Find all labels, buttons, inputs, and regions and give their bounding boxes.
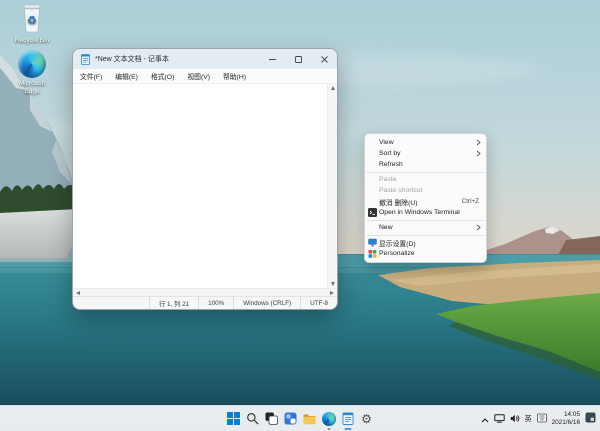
display-settings-icon [368, 238, 377, 247]
tray-chevron-up-icon[interactable] [481, 410, 489, 428]
menu-format[interactable]: 格式(O) [151, 71, 174, 81]
task-view-icon [265, 412, 278, 425]
system-tray: 英 14:05 2021/6/16 [481, 406, 596, 431]
menu-separator [366, 172, 485, 173]
notepad-text-area[interactable] [73, 84, 337, 288]
horizontal-scrollbar[interactable] [73, 288, 337, 296]
context-menu-item-undo-delete[interactable]: 撤消 删除(U) Ctrl+Z [365, 196, 486, 207]
menu-separator [366, 235, 485, 236]
shortcut-label: Ctrl+Z [462, 198, 481, 205]
active-app-indicator [344, 428, 351, 430]
desktop-icon-microsoft-edge[interactable]: Microsoft Edge [5, 50, 59, 95]
scroll-down-icon[interactable] [331, 282, 335, 286]
file-explorer-icon [303, 412, 316, 425]
submenu-chevron-icon [476, 150, 481, 157]
status-encoding: UTF-8 [300, 297, 337, 309]
task-view-button[interactable] [262, 407, 281, 431]
widgets-button[interactable] [281, 407, 300, 431]
desktop[interactable]: ♻ Recycle Bin Microsoft Edge *New 文本文档 -… [0, 0, 600, 431]
scroll-right-icon[interactable] [330, 291, 334, 295]
search-icon [246, 412, 259, 425]
volume-icon[interactable] [510, 410, 520, 428]
notification-icon[interactable] [585, 410, 596, 428]
notepad-titlebar[interactable]: *New 文本文档 - 记事本 [73, 49, 337, 69]
personalize-icon [368, 249, 377, 258]
clock[interactable]: 14:05 2021/6/16 [552, 411, 580, 426]
desktop-icon-recycle-bin[interactable]: ♻ Recycle Bin [5, 3, 59, 45]
scroll-up-icon[interactable] [331, 86, 335, 90]
edge-taskbar-button[interactable] [319, 407, 338, 431]
windows-terminal-icon [368, 208, 377, 217]
desktop-icon-label: Recycle Bin [11, 37, 53, 45]
settings-button[interactable]: ⚙ [357, 407, 376, 431]
search-button[interactable] [243, 407, 262, 431]
network-icon[interactable] [494, 410, 505, 428]
context-menu-item-new[interactable]: New [365, 222, 486, 233]
tray-date: 2021/6/16 [552, 419, 580, 426]
status-line-col: 行 1, 列 21 [149, 297, 198, 309]
desktop-icon-label: Microsoft Edge [11, 80, 53, 95]
maximize-button[interactable] [285, 49, 311, 69]
recycle-bin-icon: ♻ [5, 3, 59, 35]
context-menu-item-paste-shortcut: Paste shortcut [365, 185, 486, 196]
notepad-taskbar-button[interactable] [338, 407, 357, 431]
gear-icon: ⚙ [361, 413, 372, 425]
status-eol: Windows (CRLF) [233, 297, 300, 309]
start-button[interactable] [224, 407, 243, 431]
context-menu-item-sort-by[interactable]: Sort by [365, 148, 486, 159]
start-icon [227, 412, 240, 425]
menu-edit[interactable]: 编辑(E) [115, 71, 138, 81]
context-menu-item-display-settings[interactable]: 显示设置(D) [365, 237, 486, 248]
menu-view[interactable]: 视图(V) [187, 71, 210, 81]
submenu-chevron-icon [476, 139, 481, 146]
notepad-icon [342, 412, 354, 425]
running-indicator [327, 428, 330, 430]
notepad-statusbar: 行 1, 列 21 100% Windows (CRLF) UTF-8 [73, 296, 337, 309]
desktop-context-menu: View Sort by Refresh Paste Paste shortcu… [364, 133, 487, 263]
submenu-chevron-icon [476, 224, 481, 231]
menu-file[interactable]: 文件(F) [80, 71, 102, 81]
widgets-icon [284, 412, 297, 425]
minimize-icon [269, 56, 276, 63]
file-explorer-button[interactable] [300, 407, 319, 431]
menu-separator [366, 220, 485, 221]
touch-keyboard-icon[interactable] [537, 410, 547, 428]
context-menu-item-paste: Paste [365, 174, 486, 185]
minimize-button[interactable] [259, 49, 285, 69]
notepad-menubar: 文件(F) 编辑(E) 格式(O) 视图(V) 帮助(H) [73, 69, 337, 84]
edge-icon [5, 50, 59, 78]
svg-text:♻: ♻ [27, 14, 37, 27]
notepad-window: *New 文本文档 - 记事本 文件(F) 编辑(E) 格式(O) 视图(V) … [72, 48, 338, 310]
context-menu-item-refresh[interactable]: Refresh [365, 159, 486, 170]
context-menu-item-view[interactable]: View [365, 137, 486, 148]
edge-icon [322, 412, 336, 426]
notepad-app-icon [81, 54, 90, 65]
menu-help[interactable]: 帮助(H) [223, 71, 246, 81]
window-title: *New 文本文档 - 记事本 [95, 54, 259, 64]
taskbar-center-icons: ⚙ [224, 406, 376, 431]
taskbar: ⚙ 英 14:05 2021/6/16 [0, 405, 600, 431]
close-icon [321, 56, 328, 63]
context-menu-item-personalize[interactable]: Personalize [365, 248, 486, 259]
scroll-left-icon[interactable] [76, 291, 80, 295]
context-menu-item-open-in-windows-terminal[interactable]: Open in Windows Terminal [365, 207, 486, 218]
tray-time: 14:05 [564, 411, 580, 418]
status-zoom: 100% [198, 297, 233, 309]
maximize-icon [295, 56, 302, 63]
vertical-scrollbar[interactable] [327, 84, 337, 288]
close-button[interactable] [311, 49, 337, 69]
ime-language-indicator[interactable]: 英 [525, 414, 532, 424]
